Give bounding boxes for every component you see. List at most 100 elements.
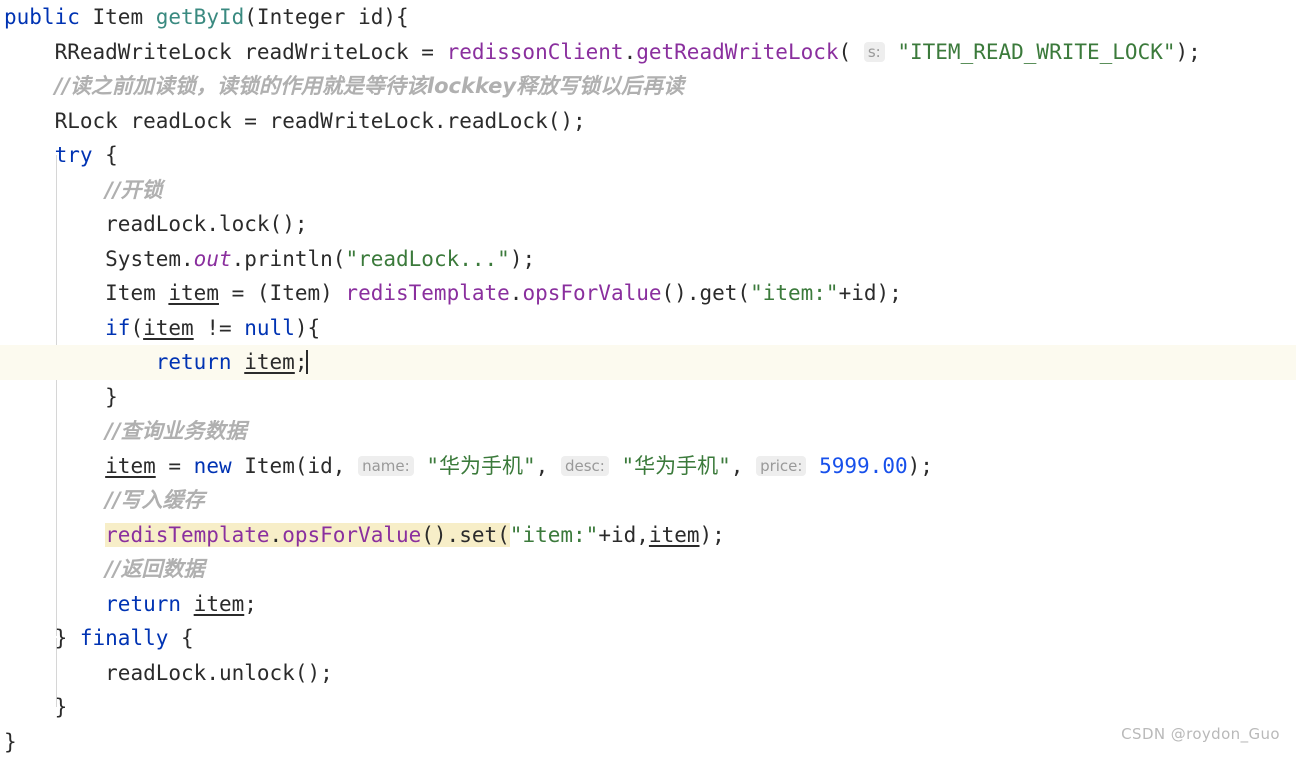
code-line-2[interactable]: RReadWriteLock readWriteLock = redissonC…: [0, 35, 1296, 70]
paren-pair: ().: [662, 281, 700, 305]
type-rlock: RLock: [55, 109, 118, 133]
inlay-hint-name[interactable]: name:: [358, 456, 414, 476]
space: [181, 592, 194, 616]
space: [143, 5, 156, 29]
statement-end: ();: [548, 109, 586, 133]
inlay-hint-desc[interactable]: desc:: [561, 456, 609, 476]
var-item-ref: item: [649, 523, 700, 547]
var-readwritelock: readWriteLock: [244, 40, 408, 64]
brace-close: }: [4, 730, 17, 754]
code-line-12[interactable]: }: [0, 380, 1296, 415]
inlay-hint-price[interactable]: price:: [756, 456, 806, 476]
statement-end: );: [1176, 40, 1201, 64]
code-line-16[interactable]: redisTemplate.opsForValue().set("item:"+…: [0, 518, 1296, 553]
keyword-finally: finally: [80, 626, 169, 650]
code-line-7[interactable]: readLock.lock();: [0, 207, 1296, 242]
dot: .: [232, 247, 245, 271]
paren-close: ): [320, 281, 345, 305]
comment-read-lock: //读之前加读锁，读锁的作用就是等待该lockkey释放写锁以后再读: [55, 74, 685, 98]
number-price: 5999.00: [819, 454, 908, 478]
param-id-ref: id: [611, 523, 636, 547]
var-item-ref: item: [143, 316, 194, 340]
inlay-hint-s[interactable]: s:: [864, 42, 885, 62]
keyword-return: return: [105, 592, 181, 616]
dot: .: [434, 109, 447, 133]
type-item-ctor: Item: [244, 454, 295, 478]
comment-query-business-data: //查询业务数据: [105, 419, 246, 443]
assign-op: =: [409, 40, 447, 64]
var-item-ref: item: [244, 350, 295, 374]
var-item-ref: item: [194, 592, 245, 616]
method-set: set: [459, 523, 497, 547]
cast-type-item: Item: [270, 281, 321, 305]
keyword-return: return: [156, 350, 232, 374]
statement-end: );: [877, 281, 902, 305]
dot: .: [181, 247, 194, 271]
paren-close-brace: ){: [383, 5, 408, 29]
concat-op: +: [598, 523, 611, 547]
method-println: println: [244, 247, 333, 271]
code-line-9[interactable]: Item item = (Item) redisTemplate.opsForV…: [0, 276, 1296, 311]
code-line-17[interactable]: //返回数据: [0, 552, 1296, 587]
code-line-1[interactable]: public Item getById(Integer id){: [0, 0, 1296, 35]
string-huawei-name: "华为手机": [426, 454, 535, 478]
code-line-22[interactable]: }: [0, 725, 1296, 759]
dot: .: [206, 212, 219, 236]
var-redissonclient: redissonClient: [447, 40, 624, 64]
paren-open: (: [295, 454, 308, 478]
type-item: Item: [93, 5, 144, 29]
string-item-prefix: "item:": [750, 281, 839, 305]
string-item-prefix: "item:": [510, 523, 599, 547]
keyword-if: if: [105, 316, 130, 340]
code-line-20[interactable]: readLock.unlock();: [0, 656, 1296, 691]
method-unlock: unlock: [219, 661, 295, 685]
code-line-6[interactable]: //开锁: [0, 173, 1296, 208]
code-line-10[interactable]: if(item != null){: [0, 311, 1296, 346]
var-item-assign: item: [105, 454, 156, 478]
space: [118, 109, 131, 133]
code-line-14[interactable]: item = new Item(id, name: "华为手机", desc: …: [0, 449, 1296, 484]
brace-close: }: [55, 626, 80, 650]
type-item: Item: [105, 281, 156, 305]
method-get: get: [699, 281, 737, 305]
paren-pair: ().: [421, 523, 459, 547]
space: [156, 281, 169, 305]
code-line-3[interactable]: //读之前加读锁，读锁的作用就是等待该lockkey释放写锁以后再读: [0, 69, 1296, 104]
type-rreadwritelock: RReadWriteLock: [55, 40, 232, 64]
code-line-4[interactable]: RLock readLock = readWriteLock.readLock(…: [0, 104, 1296, 139]
code-line-8[interactable]: System.out.println("readLock...");: [0, 242, 1296, 277]
space: [345, 5, 358, 29]
method-getreadwritelock: getReadWriteLock: [636, 40, 838, 64]
comma: ,: [333, 454, 358, 478]
paren-open: (: [497, 523, 510, 547]
brace-open: {: [168, 626, 193, 650]
class-system: System: [105, 247, 181, 271]
brace-close: }: [55, 695, 68, 719]
field-out: out: [194, 247, 232, 271]
code-line-18[interactable]: return item;: [0, 587, 1296, 622]
identifier-occurrence-highlight: redisTemplate.opsForValue().set(: [105, 523, 510, 547]
paren-open: (: [130, 316, 143, 340]
statement-end: );: [700, 523, 725, 547]
var-redistemplate: redisTemplate: [345, 281, 509, 305]
code-line-13[interactable]: //查询业务数据: [0, 414, 1296, 449]
method-opsforvalue: opsForValue: [522, 281, 661, 305]
var-redistemplate: redisTemplate: [105, 523, 269, 547]
statement-end: ();: [270, 212, 308, 236]
code-line-11[interactable]: return item;: [0, 345, 1296, 380]
code-line-15[interactable]: //写入缓存: [0, 483, 1296, 518]
code-line-21[interactable]: }: [0, 690, 1296, 725]
dot: .: [270, 523, 283, 547]
type-integer: Integer: [257, 5, 346, 29]
paren-open: (: [244, 5, 257, 29]
concat-op: +: [839, 281, 852, 305]
code-line-5[interactable]: try {: [0, 138, 1296, 173]
paren-open: (: [737, 281, 750, 305]
paren-open: (: [333, 247, 346, 271]
var-readwritelock-ref: readWriteLock: [270, 109, 434, 133]
space: [885, 40, 898, 64]
code-line-19[interactable]: } finally {: [0, 621, 1296, 656]
dot: .: [510, 281, 523, 305]
code-editor[interactable]: public Item getById(Integer id){ RReadWr…: [0, 0, 1296, 757]
brace-open: {: [93, 143, 118, 167]
